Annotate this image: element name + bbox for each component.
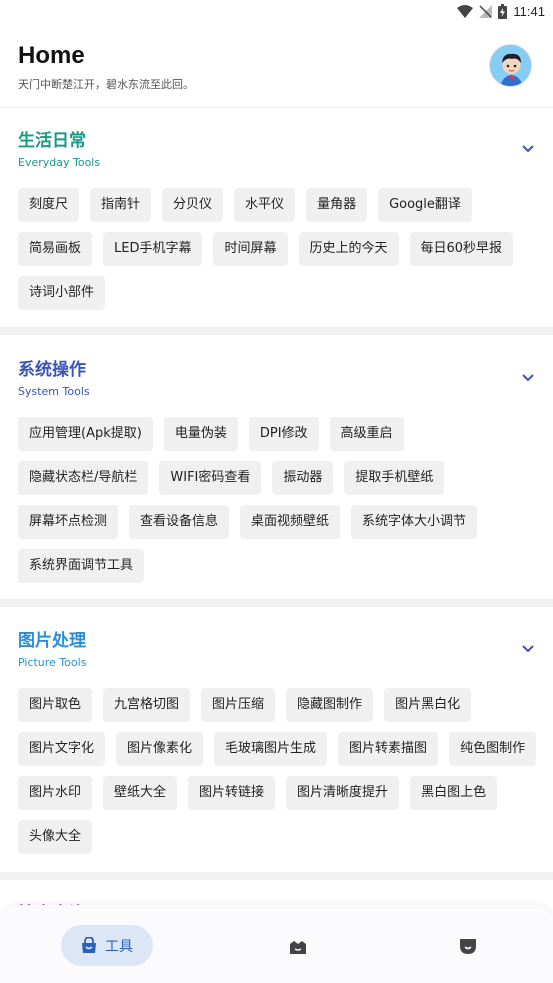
chip-group: 图片取色 九宫格切图 图片压缩 隐藏图制作 图片黑白化 图片文字化 图片像素化 … xyxy=(18,688,543,864)
nav-tools-label: 工具 xyxy=(105,938,133,955)
section-subtitle: Everyday Tools xyxy=(18,156,101,169)
chevron-down-icon[interactable] xyxy=(521,144,535,154)
tool-chip[interactable]: 查看设备信息 xyxy=(129,505,230,539)
avatar-cartoon-icon xyxy=(490,45,531,86)
tool-chip[interactable]: 量角器 xyxy=(306,188,368,222)
tool-chip[interactable]: 历史上的今天 xyxy=(298,232,399,266)
home-icon xyxy=(290,940,306,954)
tool-chip[interactable]: 刻度尺 xyxy=(18,188,80,222)
tool-chip[interactable]: 纯色图制作 xyxy=(449,732,537,766)
tool-chip[interactable]: 电量伪装 xyxy=(163,417,238,451)
avatar[interactable] xyxy=(489,44,532,87)
tools-list: 生活日常 Everyday Tools 刻度尺 指南针 分贝仪 水平仪 量角器 … xyxy=(0,109,553,940)
tool-chip[interactable]: 图片转素描图 xyxy=(338,732,439,766)
tool-chip[interactable]: 图片黑白化 xyxy=(384,688,472,722)
tool-chip[interactable]: 应用管理(Apk提取) xyxy=(18,417,153,451)
section-divider xyxy=(0,327,553,335)
tool-chip[interactable]: LED手机字幕 xyxy=(103,232,203,266)
section-picture-tools: 图片处理 Picture Tools 图片取色 九宫格切图 图片压缩 隐藏图制作… xyxy=(0,607,553,872)
tool-chip[interactable]: 屏幕坏点检测 xyxy=(18,505,119,539)
tool-chip[interactable]: WIFI密码查看 xyxy=(159,461,262,495)
tool-chip[interactable]: 振动器 xyxy=(272,461,334,495)
tool-chip[interactable]: 桌面视频壁纸 xyxy=(240,505,341,539)
page-title: Home xyxy=(18,42,85,69)
tool-chip[interactable]: 图片清晰度提升 xyxy=(286,776,400,810)
section-divider xyxy=(0,599,553,607)
nav-profile[interactable] xyxy=(453,925,483,966)
status-bar: 11:41 xyxy=(0,0,553,24)
tool-chip[interactable]: 壁纸大全 xyxy=(103,776,178,810)
chevron-down-icon[interactable] xyxy=(521,644,535,654)
section-everyday-tools: 生活日常 Everyday Tools 刻度尺 指南针 分贝仪 水平仪 量角器 … xyxy=(0,109,553,327)
wifi-icon xyxy=(457,5,474,18)
bag-icon xyxy=(82,937,96,953)
tool-chip[interactable]: 毛玻璃图片生成 xyxy=(214,732,328,766)
section-system-tools: 系统操作 System Tools 应用管理(Apk提取) 电量伪装 DPI修改… xyxy=(0,335,553,599)
page-subtitle: 天门中断楚江开，碧水东流至此回。 xyxy=(18,78,194,91)
section-divider xyxy=(0,872,553,880)
tool-chip[interactable]: 图片取色 xyxy=(18,688,93,722)
header: Home 天门中断楚江开，碧水东流至此回。 xyxy=(0,24,553,108)
tool-chip[interactable]: 水平仪 xyxy=(234,188,296,222)
tool-chip[interactable]: 提取手机壁纸 xyxy=(344,461,445,495)
tool-chip[interactable]: 分贝仪 xyxy=(162,188,224,222)
no-signal-icon xyxy=(479,5,493,18)
tool-chip[interactable]: 高级重启 xyxy=(329,417,404,451)
tool-chip[interactable]: 图片转链接 xyxy=(188,776,276,810)
status-icons: 11:41 xyxy=(457,4,545,19)
tool-chip[interactable]: 简易画板 xyxy=(18,232,93,266)
tool-chip[interactable]: DPI修改 xyxy=(248,417,319,451)
tool-chip[interactable]: 隐藏状态栏/导航栏 xyxy=(18,461,149,495)
nav-tools[interactable]: 工具 xyxy=(61,925,153,966)
bottom-nav: 工具 xyxy=(0,905,553,983)
tool-chip[interactable]: 系统界面调节工具 xyxy=(18,549,145,583)
tool-chip[interactable]: 图片像素化 xyxy=(116,732,204,766)
tool-chip[interactable]: 图片水印 xyxy=(18,776,93,810)
tool-chip[interactable]: 每日60秒早报 xyxy=(409,232,514,266)
tool-chip[interactable]: 时间屏幕 xyxy=(213,232,288,266)
chip-group: 应用管理(Apk提取) 电量伪装 DPI修改 高级重启 隐藏状态栏/导航栏 WI… xyxy=(18,417,543,593)
tool-chip[interactable]: 系统字体大小调节 xyxy=(351,505,478,539)
tool-chip[interactable]: 诗词小部件 xyxy=(18,276,106,310)
section-subtitle: Picture Tools xyxy=(18,656,87,669)
tool-chip[interactable]: 九宫格切图 xyxy=(103,688,191,722)
status-time: 11:41 xyxy=(513,4,545,19)
tool-chip[interactable]: Google翻译 xyxy=(378,188,472,222)
tool-chip[interactable]: 隐藏图制作 xyxy=(286,688,374,722)
chevron-down-icon[interactable] xyxy=(521,373,535,383)
tool-chip[interactable]: 指南针 xyxy=(90,188,152,222)
tool-chip[interactable]: 黑白图上色 xyxy=(410,776,498,810)
battery-charging-icon xyxy=(498,4,508,19)
section-title: 图片处理 xyxy=(18,631,86,651)
section-subtitle: System Tools xyxy=(18,385,90,398)
tool-chip[interactable]: 头像大全 xyxy=(18,820,93,854)
chip-group: 刻度尺 指南针 分贝仪 水平仪 量角器 Google翻译 简易画板 LED手机字… xyxy=(18,188,543,320)
tool-chip[interactable]: 图片压缩 xyxy=(201,688,276,722)
section-title: 生活日常 xyxy=(18,131,86,151)
section-title: 系统操作 xyxy=(18,360,86,380)
nav-home[interactable] xyxy=(283,925,313,966)
tool-chip[interactable]: 图片文字化 xyxy=(18,732,106,766)
face-icon xyxy=(460,938,476,954)
